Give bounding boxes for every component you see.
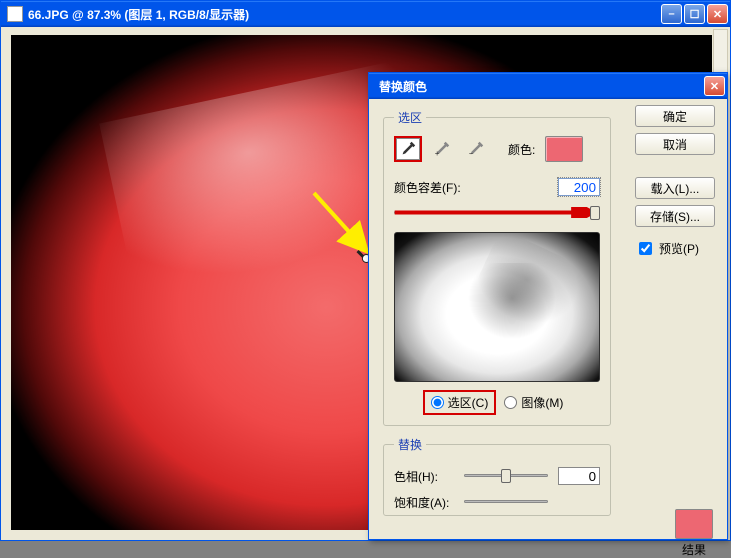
sample-color-label: 颜色: <box>508 141 535 158</box>
fuzziness-label: 颜色容差(F): <box>394 179 550 196</box>
fuzziness-slider-thumb[interactable] <box>590 206 600 220</box>
dialog-close-button[interactable]: ✕ <box>704 76 725 96</box>
eyedropper-add-tool[interactable]: + <box>428 136 456 162</box>
dialog-side-buttons: 确定 取消 载入(L)... 存储(S)... 预览(P) <box>635 105 715 258</box>
radio-selection[interactable]: 选区(C) <box>425 392 495 413</box>
save-button[interactable]: 存储(S)... <box>635 205 715 227</box>
dialog-title: 替换颜色 <box>379 78 704 95</box>
saturation-slider[interactable] <box>464 493 548 511</box>
radio-image[interactable]: 图像(M) <box>498 392 569 413</box>
eyedropper-row: + − 颜色: <box>394 136 600 162</box>
close-button[interactable]: ✕ <box>707 4 728 24</box>
replace-legend: 替换 <box>394 436 426 453</box>
selection-legend: 选区 <box>394 109 426 126</box>
svg-text:−: − <box>469 149 474 158</box>
document-title: 66.JPG @ 87.3% (图层 1, RGB/8/显示器) <box>28 6 661 23</box>
radio-image-label: 图像(M) <box>521 394 563 411</box>
preview-checkbox[interactable]: 预览(P) <box>635 239 715 258</box>
replace-color-dialog: 替换颜色 ✕ 确定 取消 载入(L)... 存储(S)... 预览(P) 选区 <box>368 72 728 540</box>
radio-selection-label: 选区(C) <box>448 394 489 411</box>
ok-button[interactable]: 确定 <box>635 105 715 127</box>
cancel-button[interactable]: 取消 <box>635 133 715 155</box>
hue-slider[interactable] <box>464 467 548 485</box>
dialog-titlebar[interactable]: 替换颜色 ✕ <box>369 73 727 99</box>
eyedropper-add-icon: + <box>433 140 451 158</box>
preview-checkbox-input[interactable] <box>639 242 652 255</box>
fuzziness-slider[interactable] <box>394 204 600 222</box>
eyedropper-icon <box>399 140 417 158</box>
load-button[interactable]: 载入(L)... <box>635 177 715 199</box>
selection-preview <box>394 232 600 382</box>
radio-image-input[interactable] <box>504 396 517 409</box>
replacement-fieldset: 替换 色相(H): 饱和度(A): <box>383 436 611 516</box>
hue-input[interactable] <box>558 467 600 485</box>
eyedropper-tool[interactable] <box>394 136 422 162</box>
minimize-button[interactable]: – <box>661 4 682 24</box>
preview-checkbox-label: 预览(P) <box>659 240 699 257</box>
hue-slider-thumb[interactable] <box>501 469 511 483</box>
result-label: 结果 <box>682 541 706 558</box>
preview-mode-radios: 选区(C) 图像(M) <box>394 392 600 413</box>
document-titlebar[interactable]: 66.JPG @ 87.3% (图层 1, RGB/8/显示器) – ☐ ✕ <box>1 1 730 27</box>
saturation-label: 饱和度(A): <box>394 494 454 511</box>
sample-color-swatch[interactable] <box>545 136 583 162</box>
result-color-swatch[interactable] <box>675 509 713 539</box>
selection-fieldset: 选区 + − 颜色: 颜色容差(F): <box>383 109 611 426</box>
maximize-button[interactable]: ☐ <box>684 4 705 24</box>
eyedropper-subtract-tool[interactable]: − <box>462 136 490 162</box>
annotation-red-arrow-icon <box>391 207 594 218</box>
fuzziness-input[interactable] <box>558 178 600 196</box>
radio-selection-input[interactable] <box>431 396 444 409</box>
document-file-icon <box>7 6 23 22</box>
svg-text:+: + <box>435 149 440 158</box>
eyedropper-subtract-icon: − <box>467 140 485 158</box>
hue-label: 色相(H): <box>394 468 454 485</box>
